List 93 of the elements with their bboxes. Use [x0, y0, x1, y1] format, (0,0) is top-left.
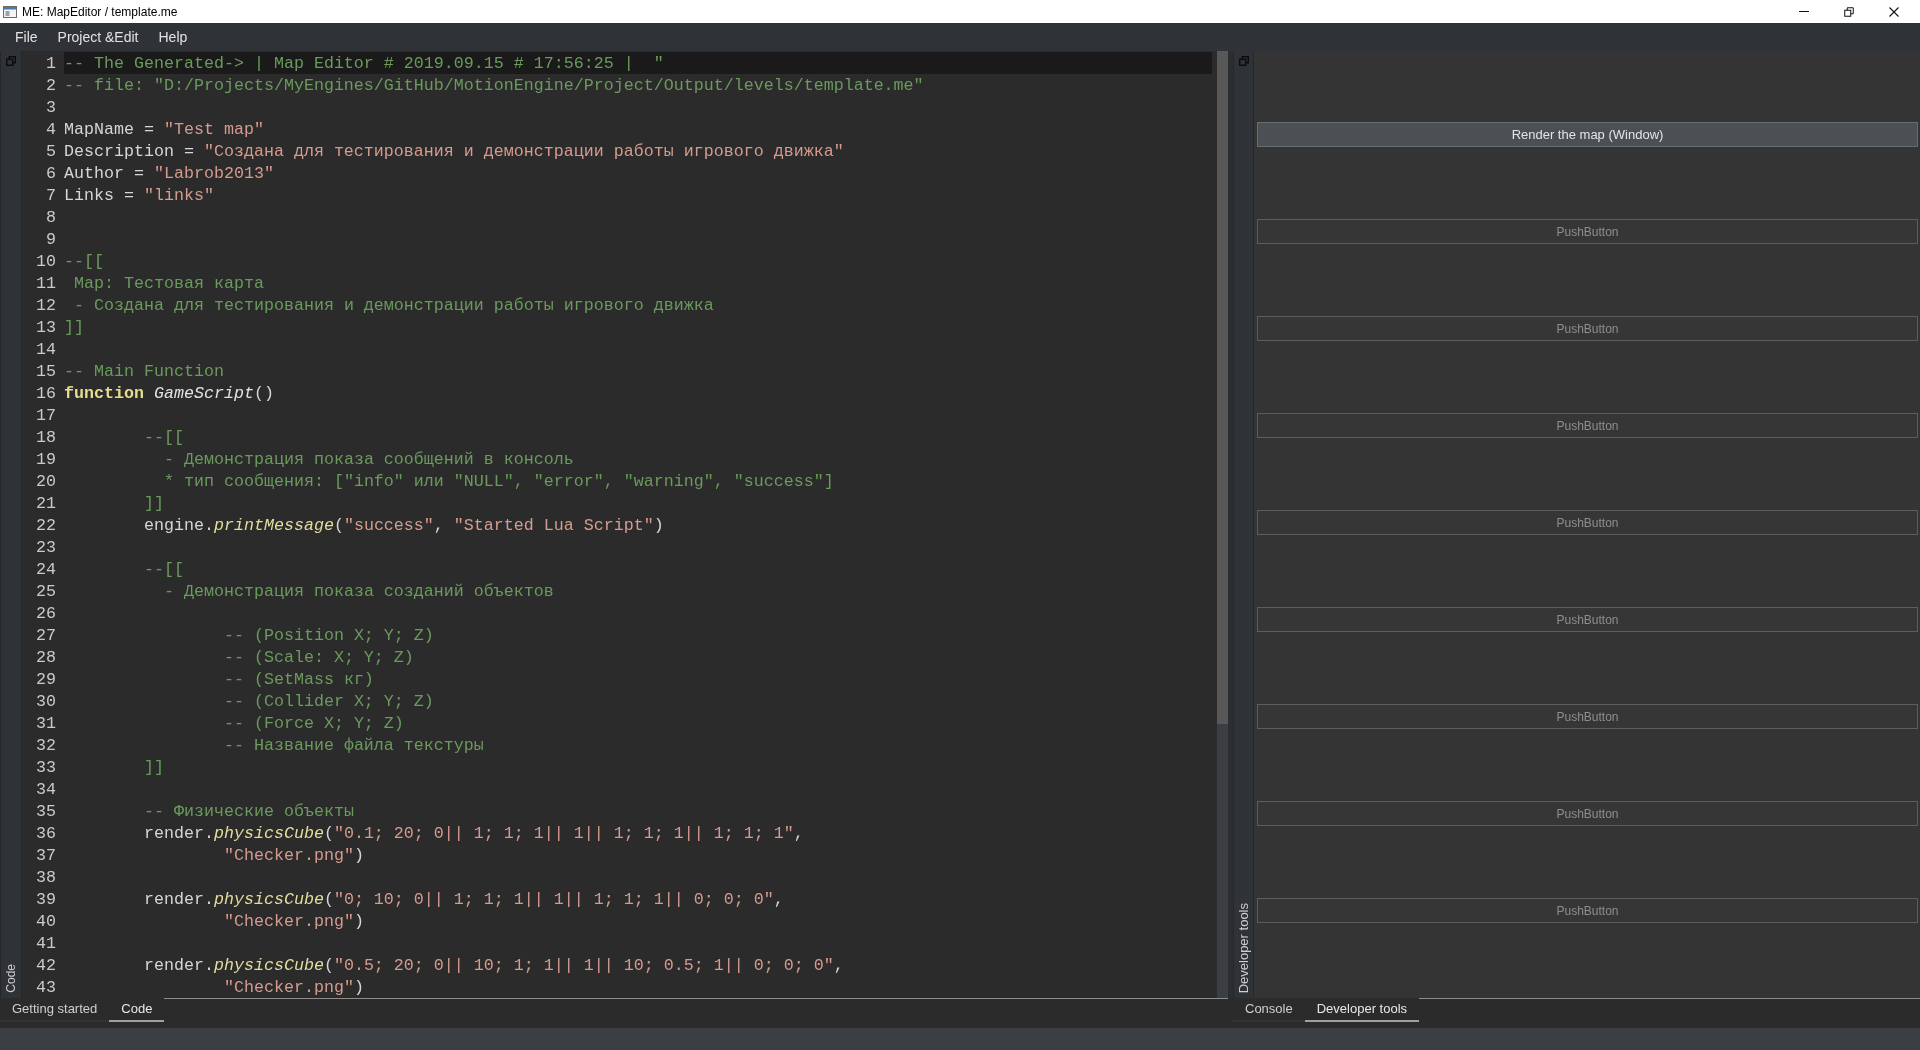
line-number: 36 — [35, 822, 56, 845]
line-number: 18 — [35, 426, 56, 449]
line-number: 21 — [35, 492, 56, 515]
action-button[interactable]: Render the map (Window) — [1257, 122, 1918, 147]
menu-item[interactable]: Help — [148, 26, 198, 48]
line-number: 7 — [45, 184, 56, 207]
code-line: -- The Generated-> | Map Editor # 2019.09.15 # 17:56:25 | " — [64, 52, 664, 75]
code-line: -- (Position X; Y; Z) — [223, 624, 434, 647]
line-number: 25 — [35, 580, 56, 603]
line-number: 10 — [35, 250, 56, 273]
code-line: ]] — [64, 316, 84, 339]
code-line: -- Название файла текстуры — [223, 734, 484, 757]
line-number: 16 — [35, 382, 56, 405]
code-line: - Демонстрация показа созданий объектов — [163, 580, 554, 603]
line-number: 30 — [35, 690, 56, 713]
code-line: -- file: "D:/Projects/MyEngines/GitHub/MotionEngine/Project/Output/levels/template.me" — [64, 74, 924, 97]
dock-tab[interactable]: Developer tools — [1304, 998, 1420, 1022]
code-line: engine.printMessage("success", "Started Lua Script") — [143, 514, 664, 537]
code-line: "Checker.png") — [223, 844, 364, 867]
line-number: 12 — [35, 294, 56, 317]
code-line: - Демонстрация показа сообщений в консоль — [163, 448, 574, 471]
dock-title: Developer tools — [1234, 902, 1252, 993]
dock-title: Code — [3, 964, 19, 993]
line-number: 17 — [35, 404, 56, 427]
code-line: --[[ — [143, 426, 184, 449]
dock-tab[interactable]: Getting started — [0, 998, 110, 1022]
scrollbar[interactable] — [1217, 51, 1228, 998]
code-line: "Checker.png") — [223, 976, 364, 998]
line-number: 2 — [45, 74, 56, 97]
line-number: 1 — [45, 52, 56, 75]
line-number: 38 — [35, 866, 56, 889]
line-number: 5 — [45, 140, 56, 163]
menu-item[interactable]: File — [5, 26, 48, 48]
code-line: function GameScript() — [64, 382, 274, 405]
code-line: render.physicsCube("0.1; 20; 0|| 1; 1; 1|| 1|| 1; 1; 1|| 1; 1; 1", — [143, 822, 804, 845]
line-number: 41 — [35, 932, 56, 955]
code-line: -- (SetMass кг) — [223, 668, 374, 691]
line-number: 11 — [35, 272, 56, 295]
restore-icon[interactable] — [1844, 6, 1854, 17]
line-number: 35 — [35, 800, 56, 823]
line-number: 34 — [35, 778, 56, 801]
line-number: 15 — [35, 360, 56, 383]
code-line: --[[ — [64, 250, 104, 273]
line-number: 33 — [35, 756, 56, 779]
code-line: Author = "Labrob2013" — [64, 162, 274, 185]
line-number: 24 — [35, 558, 56, 581]
line-number: 27 — [35, 624, 56, 647]
window-title: ME: MapEditor / template.me — [22, 3, 178, 21]
code-line: --[[ — [143, 558, 184, 581]
code-line: -- (Scale: X; Y; Z) — [223, 646, 414, 669]
line-number: 3 — [45, 96, 56, 119]
line-number: 23 — [35, 536, 56, 559]
line-number: 8 — [45, 206, 56, 229]
code-line: Description = "Создана для тестирования и демонстрации работы игрового движка" — [64, 140, 844, 163]
code-line: "Checker.png") — [223, 910, 364, 933]
line-number: 20 — [35, 470, 56, 493]
code-line: Map: Тестовая карта — [74, 272, 264, 295]
code-line: ]] — [143, 756, 164, 779]
line-number: 29 — [35, 668, 56, 691]
line-number: 9 — [45, 228, 56, 251]
menu-item[interactable]: Project &Edit — [47, 26, 149, 48]
code-line: MapName = "Test map" — [64, 118, 264, 141]
line-number: 28 — [35, 646, 56, 669]
line-number: 19 — [35, 448, 56, 471]
dock-tab[interactable]: Console — [1233, 998, 1305, 1022]
line-number: 31 — [35, 712, 56, 735]
code-line: Links = "links" — [64, 184, 214, 207]
line-number: 43 — [35, 976, 56, 998]
code-line: -- Main Function — [64, 360, 224, 383]
code-line: -- Физические объекты — [143, 800, 354, 823]
code-line: render.physicsCube("0; 10; 0|| 1; 1; 1|| 1|| 1; 1; 1|| 0; 0; 0", — [143, 888, 784, 911]
line-number: 37 — [35, 844, 56, 867]
line-number: 39 — [35, 888, 56, 911]
code-line: * тип сообщения: ["info" или "NULL", "error", "warning", "success"] — [163, 470, 834, 493]
dock-tab[interactable]: Code — [109, 998, 165, 1022]
code-line: -- (Force X; Y; Z) — [223, 712, 404, 735]
code-line: - Создана для тестирования и демонстрации работы игрового движка — [74, 294, 714, 317]
code-line: ]] — [143, 492, 164, 515]
line-number: 14 — [35, 338, 56, 361]
line-number: 32 — [35, 734, 56, 757]
line-number: 42 — [35, 954, 56, 977]
line-number: 4 — [45, 118, 56, 141]
minimize-icon[interactable] — [1799, 11, 1809, 12]
app-window-icon — [3, 5, 17, 18]
line-number: 13 — [35, 316, 56, 339]
line-number: 6 — [45, 162, 56, 185]
scrollbar-thumb[interactable] — [1217, 51, 1228, 724]
line-number: 22 — [35, 514, 56, 537]
line-number: 26 — [35, 602, 56, 625]
code-line: -- (Collider X; Y; Z) — [223, 690, 434, 713]
close-icon[interactable] — [1889, 6, 1899, 17]
line-number: 40 — [35, 910, 56, 933]
code-line: render.physicsCube("0.5; 20; 0|| 10; 1; 1|| 1|| 10; 0.5; 1|| 0; 0; 0", — [143, 954, 844, 977]
